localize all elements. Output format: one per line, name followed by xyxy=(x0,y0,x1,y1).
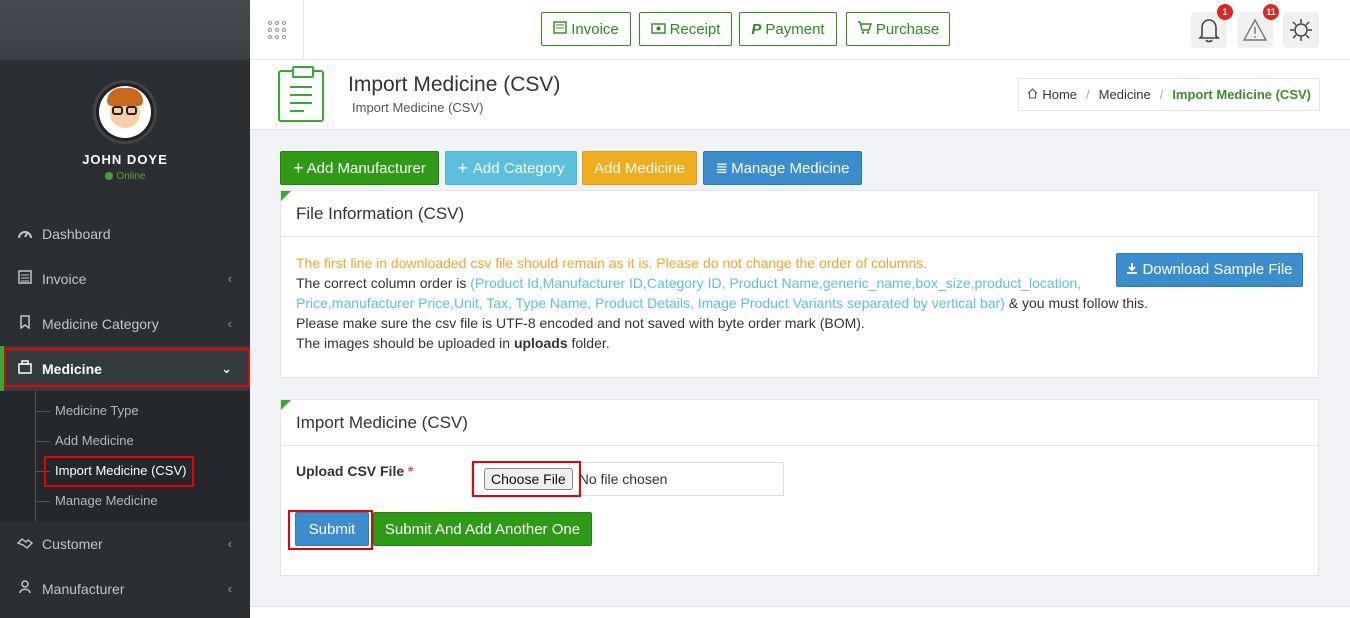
sidebar-item-label: Invoice xyxy=(42,270,87,287)
avatar[interactable] xyxy=(93,80,157,144)
clipboard-icon xyxy=(278,66,324,122)
highlight-box-submit xyxy=(288,510,373,550)
paypal-icon: P xyxy=(751,20,762,38)
highlight-box-import-medicine xyxy=(44,456,194,487)
page-subtitle: Import Medicine (CSV) xyxy=(352,100,484,115)
sidebar-item-label: Customer xyxy=(42,535,103,552)
breadcrumb-home[interactable]: Home xyxy=(1042,87,1077,102)
notifications-badge: 1 xyxy=(1217,4,1233,20)
submenu-item-add-medicine[interactable]: Add Medicine xyxy=(0,426,250,456)
encoding-note: Please make sure the csv file is UTF-8 e… xyxy=(296,315,865,331)
plus-icon: + xyxy=(457,157,468,178)
alerts-button[interactable]: 11 xyxy=(1237,4,1279,48)
chevron-left-icon: ‹ xyxy=(227,316,232,331)
invoice-icon xyxy=(16,270,34,287)
no-file-chosen-text: No file chosen xyxy=(578,471,668,487)
add-manufacturer-button[interactable]: + Add Manufacturer xyxy=(280,151,439,185)
chevron-left-icon: ‹ xyxy=(227,581,232,596)
import-form-panel: Import Medicine (CSV) Upload CSV File * … xyxy=(280,399,1319,576)
notifications-button[interactable]: 1 xyxy=(1191,4,1233,48)
submenu-item-medicine-type[interactable]: Medicine Type xyxy=(0,396,250,426)
breadcrumb-medicine[interactable]: Medicine xyxy=(1099,87,1151,102)
warning-icon xyxy=(1242,18,1268,41)
user-status: Online xyxy=(0,171,250,182)
grid-icon xyxy=(267,20,286,39)
manufacturer-icon xyxy=(16,580,34,597)
sidebar-logo-area xyxy=(0,0,250,60)
list-icon: ≣ xyxy=(715,160,729,177)
user-name: JOHN DOYE xyxy=(82,152,168,167)
submit-and-add-another-button[interactable]: Submit And Add Another One xyxy=(373,512,592,546)
images-note: The images should be uploaded in uploads… xyxy=(296,335,610,351)
settings-button[interactable] xyxy=(1283,12,1319,48)
footer xyxy=(250,606,1350,618)
page-title: Import Medicine (CSV) xyxy=(348,73,561,96)
payment-button[interactable]: P Payment xyxy=(739,12,837,46)
file-info-panel: File Information (CSV) The first line in… xyxy=(280,190,1319,378)
page-header: Import Medicine (CSV) Import Medicine (C… xyxy=(250,60,1350,130)
download-icon xyxy=(1126,260,1138,280)
file-info-title: File Information (CSV) xyxy=(281,191,1318,237)
dashboard-icon xyxy=(16,226,34,242)
apps-grid-button[interactable] xyxy=(250,0,304,59)
breadcrumb: Home / Medicine / Import Medicine (CSV) xyxy=(1018,78,1320,111)
import-form-title: Import Medicine (CSV) xyxy=(281,400,1318,446)
add-category-button[interactable]: + Add Category xyxy=(445,151,577,185)
bell-icon xyxy=(1198,19,1220,43)
sidebar: JOHN DOYE Online Dashboard Invoice ‹ Med… xyxy=(0,0,250,618)
topbar: Invoice Receipt P Payment Purchase 1 11 xyxy=(250,0,1350,60)
highlight-box-medicine xyxy=(4,348,250,387)
file-info-body: The first line in downloaded csv file sh… xyxy=(281,237,1318,369)
sidebar-item-dashboard[interactable]: Dashboard xyxy=(0,211,250,256)
invoice-icon xyxy=(553,20,567,38)
receipt-button[interactable]: Receipt xyxy=(639,12,732,46)
highlight-box-choose-file xyxy=(472,461,581,497)
handshake-icon xyxy=(16,536,34,552)
cart-icon xyxy=(857,20,872,38)
invoice-button[interactable]: Invoice xyxy=(541,12,631,46)
sidebar-item-label: Manufacturer xyxy=(42,580,125,597)
money-icon xyxy=(650,21,666,38)
alerts-badge: 11 xyxy=(1263,4,1279,20)
download-sample-file-button[interactable]: Download Sample File xyxy=(1116,253,1303,287)
plus-icon: + xyxy=(293,157,304,178)
purchase-button[interactable]: Purchase xyxy=(846,12,950,46)
gear-icon xyxy=(1290,19,1312,41)
chevron-left-icon: ‹ xyxy=(227,271,232,286)
upload-csv-label: Upload CSV File * xyxy=(296,463,414,479)
sidebar-item-label: Medicine Category xyxy=(42,315,159,332)
user-profile: JOHN DOYE Online xyxy=(0,60,250,210)
column-order-text-2: Price,manufacturer Price,Unit, Tax, Type… xyxy=(296,295,1149,311)
category-icon xyxy=(16,315,34,332)
sidebar-item-medicine-category[interactable]: Medicine Category ‹ xyxy=(0,301,250,346)
submenu-item-manage-medicine[interactable]: Manage Medicine xyxy=(0,486,250,516)
sidebar-item-customer[interactable]: Customer ‹ xyxy=(0,521,250,566)
breadcrumb-current: Import Medicine (CSV) xyxy=(1172,87,1311,102)
sidebar-item-manufacturer[interactable]: Manufacturer ‹ xyxy=(0,566,250,611)
home-icon xyxy=(1027,87,1038,102)
sidebar-item-invoice[interactable]: Invoice ‹ xyxy=(0,256,250,301)
sidebar-item-label: Dashboard xyxy=(42,225,111,242)
manage-medicine-button[interactable]: ≣ Manage Medicine xyxy=(703,151,862,185)
chevron-left-icon: ‹ xyxy=(227,536,232,551)
add-medicine-button[interactable]: Add Medicine xyxy=(582,151,697,185)
online-dot-icon xyxy=(104,172,113,180)
